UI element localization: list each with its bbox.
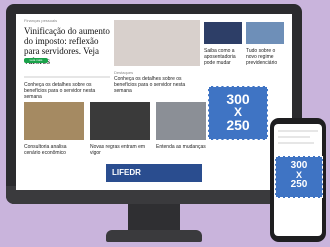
sidebar-item-1[interactable]: Saiba como a aposentadoria pode mudar [204,48,242,66]
sidebar-image-2[interactable] [246,22,284,44]
category-label: Finanças pessoais [24,18,58,23]
article-text[interactable]: Conheça os detalhes sobre os benefícios … [24,82,110,100]
banner-ad[interactable]: LIFEDR [106,164,202,182]
read-more-badge[interactable]: Leia mais [24,58,48,63]
monitor-base [106,230,202,242]
phone-line [278,142,314,144]
row2-item-2[interactable]: Novas regras entram em vigor [90,144,150,156]
phone-line [278,136,310,138]
ad-placeholder-phone[interactable]: 300 X 250 [275,156,323,198]
sidebar-image-1[interactable] [204,22,242,44]
phone-header-line [278,130,318,132]
category-label-mid: Destaques [114,70,134,75]
article-mid-title[interactable]: Conheça os detalhes sobre os benefícios … [114,76,200,94]
article-image[interactable] [114,20,200,66]
ad-placeholder-desktop[interactable]: 300 X 250 [208,86,268,140]
divider [24,76,110,78]
row2-image-3[interactable] [156,102,206,140]
monitor-stand [128,204,180,232]
banner-ad-label: LIFEDR [112,168,141,177]
row2-image-2[interactable] [90,102,150,140]
ad-width: 300 [226,91,250,107]
ad-height: 250 [290,179,308,190]
row2-item-1[interactable]: Consultoria analisa cenário econômico [24,144,84,156]
row2-image-1[interactable] [24,102,84,140]
ad-height: 250 [226,117,250,133]
sidebar-item-2[interactable]: Tudo sobre o novo regime previdenciário [246,48,284,66]
row2-item-3[interactable]: Entenda as mudanças [156,144,206,150]
